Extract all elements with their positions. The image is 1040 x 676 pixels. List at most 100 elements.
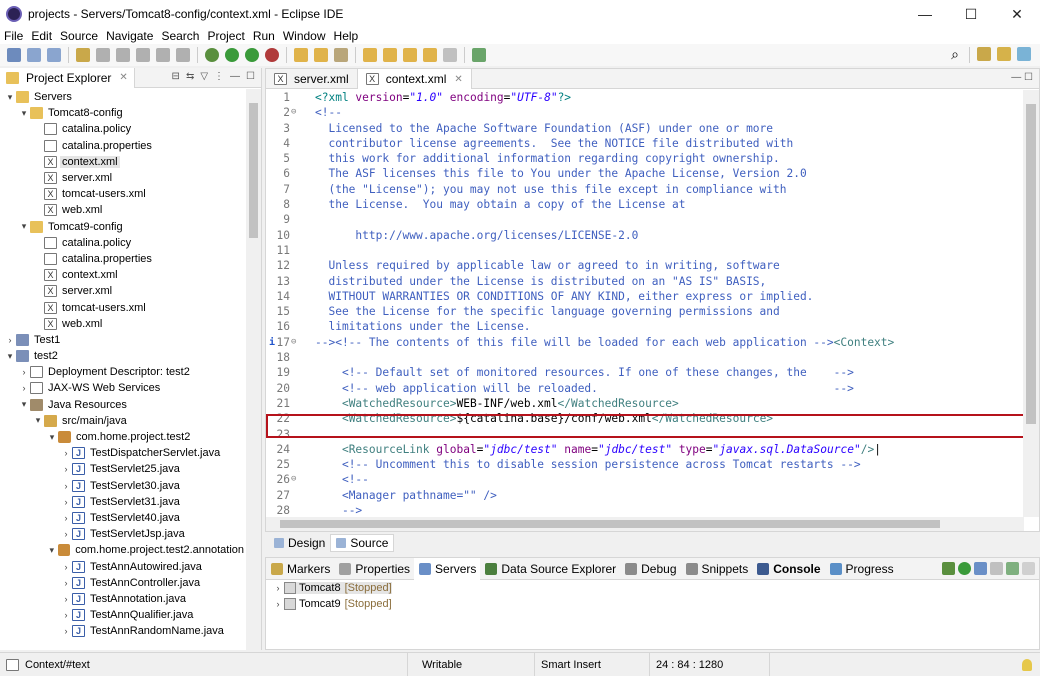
- code-line[interactable]: 27 <Manager pathname="" />: [266, 488, 1012, 503]
- tree-item[interactable]: catalina.policy: [0, 235, 246, 251]
- expand-toggle-icon[interactable]: ›: [272, 583, 284, 593]
- editor-vertical-scrollbar[interactable]: [1023, 90, 1039, 517]
- run-icon[interactable]: [225, 48, 239, 62]
- tree-item[interactable]: ▾ Tomcat8-config: [0, 105, 246, 121]
- close-button[interactable]: ✕: [994, 0, 1040, 28]
- code-line[interactable]: 10 http://www.apache.org/licenses/LICENS…: [266, 228, 1012, 243]
- tip-icon[interactable]: [1022, 658, 1032, 671]
- forward-icon[interactable]: [443, 48, 457, 62]
- tree-item[interactable]: › J TestAnnotation.java: [0, 591, 246, 607]
- scrollbar-thumb[interactable]: [1026, 104, 1036, 424]
- menu-edit[interactable]: Edit: [27, 28, 56, 44]
- tree-item[interactable]: ▾ test2: [0, 348, 246, 364]
- build-icon[interactable]: [76, 48, 90, 62]
- terminate-icon[interactable]: [96, 48, 110, 62]
- minimize-view-icon[interactable]: —: [230, 71, 240, 82]
- code-line[interactable]: 18: [266, 350, 1012, 365]
- expand-toggle-icon[interactable]: ▾: [4, 351, 16, 362]
- expand-toggle-icon[interactable]: ▾: [32, 415, 44, 426]
- stop-server-icon[interactable]: [990, 562, 1003, 575]
- tab-server-xml[interactable]: X server.xml: [266, 69, 358, 89]
- code-line[interactable]: 20 <!-- web application will be reloaded…: [266, 381, 1012, 396]
- expand-toggle-icon[interactable]: ›: [60, 594, 72, 604]
- tree-item[interactable]: › Test1: [0, 332, 246, 348]
- tree-item[interactable]: Xcontext.xml: [0, 153, 246, 170]
- tree-item[interactable]: ▾ Tomcat9-config: [0, 219, 246, 235]
- tab-data-source-explorer[interactable]: Data Source Explorer: [480, 558, 620, 580]
- tree-item[interactable]: › Deployment Descriptor: test2: [0, 364, 246, 380]
- last-edit-icon[interactable]: [403, 48, 417, 62]
- code-line[interactable]: 15 See the License for the specific lang…: [266, 304, 1012, 319]
- maximize-editor-icon[interactable]: — ☐: [1011, 72, 1033, 83]
- code-line[interactable]: 5 this work for additional information r…: [266, 151, 1012, 166]
- server-row[interactable]: › Tomcat8 [Stopped]: [266, 580, 1039, 596]
- code-line[interactable]: 28 -->: [266, 503, 1012, 517]
- tree-item[interactable]: Xcontext.xml: [0, 267, 246, 283]
- code-line[interactable]: 19 <!-- Default set of monitored resourc…: [266, 365, 1012, 380]
- filter-icon[interactable]: ▽: [200, 71, 208, 82]
- tree-item[interactable]: › J TestServlet40.java: [0, 510, 246, 526]
- expand-toggle-icon[interactable]: ›: [18, 367, 30, 377]
- publish-icon[interactable]: [1006, 562, 1019, 575]
- view-menu-icon[interactable]: [1022, 562, 1035, 575]
- minimize-button[interactable]: —: [902, 0, 948, 28]
- tree-item[interactable]: › J TestServlet30.java: [0, 478, 246, 494]
- coverage-icon[interactable]: [245, 48, 259, 62]
- code-line[interactable]: 13 distributed under the License is dist…: [266, 274, 1012, 289]
- tab-debug[interactable]: Debug: [620, 558, 680, 580]
- menu-source[interactable]: Source: [56, 28, 102, 44]
- search-tool-icon[interactable]: [334, 48, 348, 62]
- tab-servers[interactable]: Servers: [414, 557, 481, 580]
- code-line[interactable]: 12 Unless required by applicable law or …: [266, 258, 1012, 273]
- tree-item[interactable]: ▾ Servers: [0, 89, 246, 105]
- profile-server-icon[interactable]: [974, 562, 987, 575]
- code-line[interactable]: 24 <ResourceLink global="jdbc/test" name…: [266, 442, 1012, 457]
- expand-toggle-icon[interactable]: ›: [272, 599, 284, 609]
- debug-perspective-icon[interactable]: [1017, 47, 1031, 61]
- scrollbar-thumb[interactable]: [280, 520, 940, 528]
- code-line[interactable]: 14 WITHOUT WARRANTIES OR CONDITIONS OF A…: [266, 289, 1012, 304]
- tree-item[interactable]: › J TestServlet31.java: [0, 494, 246, 510]
- editor-horizontal-scrollbar[interactable]: [266, 517, 1024, 531]
- start-server-icon[interactable]: [958, 562, 971, 575]
- code-line[interactable]: 8 the License. You may obtain a copy of …: [266, 197, 1012, 212]
- expand-toggle-icon[interactable]: ▾: [18, 108, 30, 119]
- tree-item[interactable]: › JAX-WS Web Services: [0, 380, 246, 396]
- debug-icon[interactable]: [205, 48, 219, 62]
- tab-progress[interactable]: Progress: [825, 558, 898, 580]
- tree-item[interactable]: ▾ src/main/java: [0, 413, 246, 429]
- code-line[interactable]: 26 ⊖ <!--: [266, 472, 1012, 487]
- expand-toggle-icon[interactable]: ›: [60, 578, 72, 588]
- java-ee-perspective-icon[interactable]: [997, 47, 1011, 61]
- tree-item[interactable]: catalina.properties: [0, 251, 246, 267]
- code-line[interactable]: 3 Licensed to the Apache Software Founda…: [266, 121, 1012, 136]
- tree-item[interactable]: › J TestAnnAutowired.java: [0, 558, 246, 574]
- pin-editor-icon[interactable]: [472, 48, 486, 62]
- tree-item[interactable]: Xtomcat-users.xml: [0, 299, 246, 315]
- explorer-scrollbar[interactable]: [246, 89, 261, 650]
- menu-run[interactable]: Run: [249, 28, 279, 44]
- tab-project-explorer[interactable]: Project Explorer ✕: [0, 67, 135, 88]
- expand-toggle-icon[interactable]: ›: [60, 513, 72, 523]
- save-icon[interactable]: [27, 48, 41, 62]
- tab-source[interactable]: Source: [330, 534, 395, 552]
- open-folder-icon[interactable]: [314, 48, 328, 62]
- save-all-icon[interactable]: [47, 48, 61, 62]
- code-line[interactable]: 7 (the "License"); you may not use this …: [266, 182, 1012, 197]
- expand-toggle-icon[interactable]: ▾: [18, 399, 30, 410]
- menu-window[interactable]: Window: [279, 28, 330, 44]
- disconnect-icon[interactable]: [156, 48, 170, 62]
- expand-toggle-icon[interactable]: ›: [60, 626, 72, 636]
- menu-project[interactable]: Project: [203, 28, 248, 44]
- search-icon[interactable]: ⌕: [948, 46, 962, 62]
- tab-snippets[interactable]: Snippets: [681, 558, 753, 580]
- tab-markers[interactable]: Markers: [266, 558, 334, 580]
- view-menu-icon[interactable]: ⋮: [214, 71, 224, 82]
- link-with-editor-icon[interactable]: ⇆: [186, 71, 194, 82]
- tab-design[interactable]: Design: [269, 534, 330, 552]
- tree-item[interactable]: › J TestAnnRandomName.java: [0, 623, 246, 639]
- tree-item[interactable]: catalina.policy: [0, 121, 246, 137]
- menu-search[interactable]: Search: [157, 28, 203, 44]
- scrollbar-thumb[interactable]: [249, 103, 258, 238]
- open-type-icon[interactable]: [294, 48, 308, 62]
